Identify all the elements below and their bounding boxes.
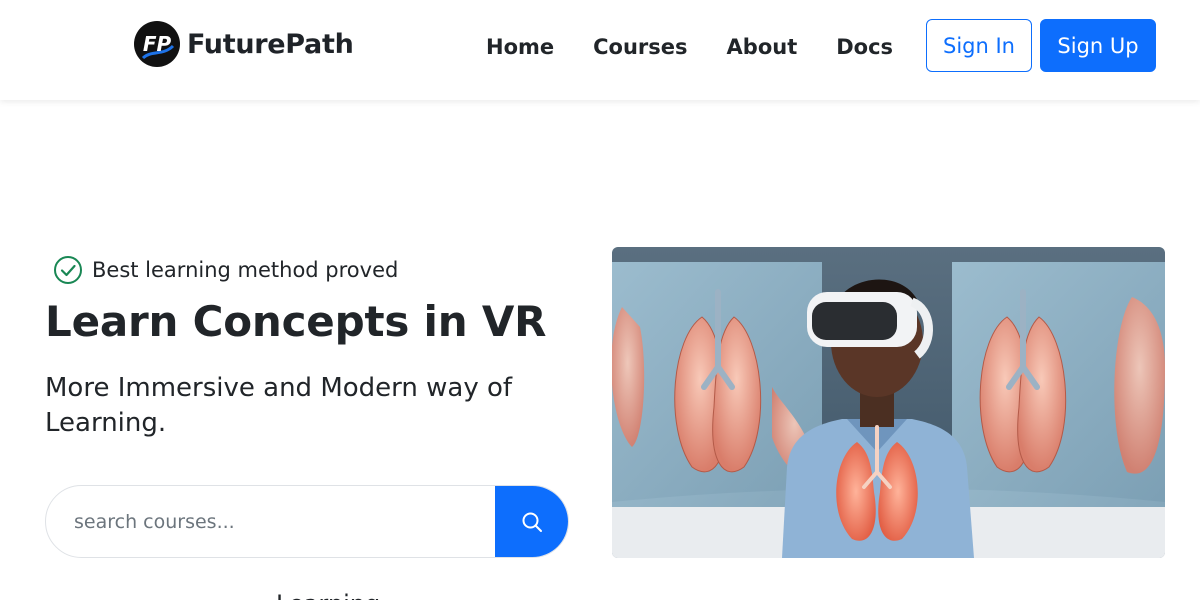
sign-up-button[interactable]: Sign Up: [1040, 19, 1156, 72]
hero-title: Learn Concepts in VR: [45, 297, 547, 346]
nav-links: Home Courses About Docs: [486, 33, 893, 61]
hero-subtitle: More Immersive and Modern way of Learnin…: [45, 373, 513, 438]
nav-about[interactable]: About: [727, 33, 798, 61]
hero-badge: Best learning method proved: [53, 255, 398, 285]
search-input[interactable]: [46, 486, 495, 557]
course-search: [45, 485, 569, 558]
brand-link[interactable]: FP FuturePath: [133, 20, 354, 68]
search-button[interactable]: [495, 486, 568, 557]
navbar: FP FuturePath Home Courses About Docs Si…: [0, 0, 1200, 100]
svg-text:FP: FP: [143, 32, 172, 56]
badge-text: Best learning method proved: [92, 258, 399, 282]
nav-docs[interactable]: Docs: [836, 33, 893, 61]
search-icon: [522, 512, 542, 532]
next-section-heading: Learning: [276, 590, 380, 600]
nav-courses[interactable]: Courses: [593, 33, 687, 61]
brand-logo: FP: [134, 21, 180, 67]
sign-in-button[interactable]: Sign In: [926, 19, 1032, 72]
check-circle-icon: [54, 256, 82, 284]
vr-anatomy-illustration: [612, 247, 1165, 558]
nav-home[interactable]: Home: [486, 33, 554, 61]
brand-name: FuturePath: [187, 28, 354, 60]
hero-image: [612, 247, 1165, 558]
